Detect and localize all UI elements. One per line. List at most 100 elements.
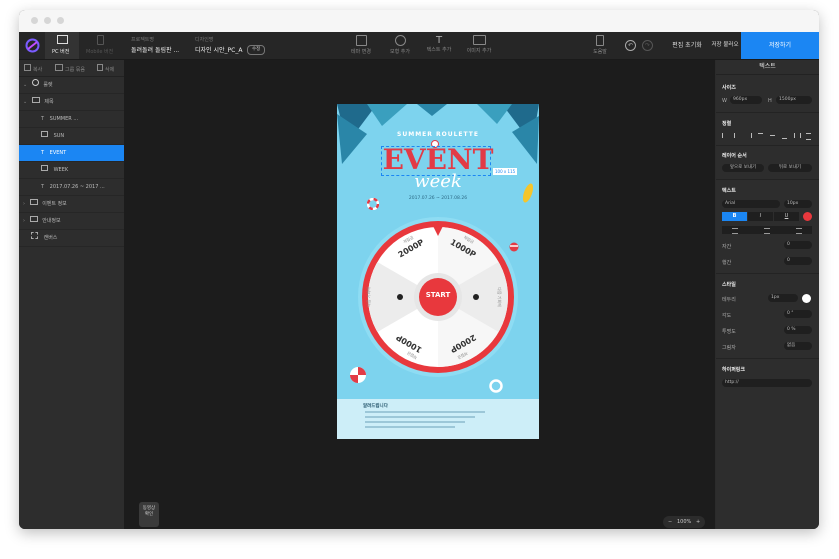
opacity-input[interactable]: 0 % bbox=[784, 326, 812, 334]
reset-edit-button[interactable]: 편집 초기화 bbox=[665, 32, 709, 59]
text-align-left-icon[interactable] bbox=[732, 228, 738, 234]
copy-layer-button[interactable]: 복사 bbox=[24, 64, 42, 73]
layer-roulette[interactable]: ⌄ 룰렛 bbox=[19, 77, 124, 94]
font-size-select[interactable]: 10px bbox=[784, 200, 812, 208]
align-bottom-icon[interactable] bbox=[782, 133, 787, 139]
design-name[interactable]: 디자인 시안_PC_A bbox=[195, 45, 242, 54]
chevron-right-icon: › bbox=[23, 218, 25, 224]
window-minimize-dot[interactable] bbox=[44, 17, 51, 24]
divider bbox=[716, 179, 819, 180]
layer-label: 이벤트 정보 bbox=[42, 201, 67, 207]
side-caption: 다음 기회에 bbox=[365, 287, 371, 307]
layer-date-text[interactable]: T 2017.07.26 ~ 2017 ... bbox=[19, 179, 124, 196]
window-close-dot[interactable] bbox=[31, 17, 38, 24]
pc-version-label: PC 버전 bbox=[52, 49, 70, 55]
border-width-select[interactable]: 1px bbox=[768, 294, 798, 302]
poster-script[interactable]: week bbox=[337, 172, 539, 192]
layer-actions: 복사 그룹 묶음 삭제 bbox=[19, 60, 124, 77]
group-label: 그룹 묶음 bbox=[65, 67, 85, 73]
theme-change-button[interactable]: 테마 변경 bbox=[347, 35, 375, 55]
line-height-input[interactable]: 0 bbox=[784, 257, 812, 265]
window-maximize-dot[interactable] bbox=[57, 17, 64, 24]
add-image-button[interactable]: 이미지 추가 bbox=[463, 35, 495, 54]
notice-box[interactable]: 알려드립니다 bbox=[337, 399, 539, 439]
width-input[interactable]: 960px bbox=[730, 96, 762, 104]
align-center-icon[interactable] bbox=[734, 133, 740, 138]
theme-change-label: 테마 변경 bbox=[351, 49, 371, 55]
redo-icon[interactable]: ↷ bbox=[642, 40, 653, 51]
canvas-icon bbox=[31, 232, 38, 239]
mobile-version-label: Mobile 버전 bbox=[86, 49, 114, 55]
zoom-in-button[interactable]: + bbox=[696, 516, 700, 528]
bring-front-button[interactable]: 앞으로 보내기 bbox=[722, 164, 764, 172]
undo-icon[interactable]: ↶ bbox=[625, 40, 636, 51]
layer-label: WEEK bbox=[53, 167, 69, 173]
distribute-vertical-icon[interactable] bbox=[806, 133, 811, 140]
video-preview-button[interactable]: 동영상 확인 bbox=[139, 502, 159, 527]
delete-label: 삭제 bbox=[105, 67, 115, 73]
notice-title: 알려드립니다 bbox=[363, 404, 388, 409]
border-color-swatch[interactable] bbox=[802, 294, 811, 303]
layer-week-image[interactable]: WEEK bbox=[19, 162, 124, 179]
poster-subtitle[interactable]: SUMMER ROULETTE bbox=[337, 131, 539, 138]
guide-button[interactable]: 도움말 bbox=[589, 35, 611, 55]
height-input[interactable]: 1500px bbox=[776, 96, 812, 104]
text-align-right-icon[interactable] bbox=[796, 228, 802, 234]
load-saved-button[interactable]: 저장 불러오기 bbox=[709, 32, 741, 75]
underline-button[interactable]: U bbox=[774, 212, 799, 221]
shadow-select[interactable]: 없음 bbox=[784, 342, 812, 350]
save-button[interactable]: 저장하기 bbox=[741, 32, 819, 59]
roulette-poster[interactable]: SUMMER ROULETTE EVENT week 100 x 115 201… bbox=[337, 104, 539, 439]
border-label: 테두리 bbox=[722, 297, 736, 303]
align-right-icon[interactable] bbox=[746, 133, 752, 138]
folder-icon bbox=[29, 216, 38, 222]
float-ring-icon bbox=[367, 198, 379, 210]
text-t-icon: T bbox=[41, 116, 45, 122]
zoom-control: − 100% + bbox=[663, 516, 705, 528]
chevron-down-icon: ⌄ bbox=[23, 82, 28, 88]
layers-panel: 복사 그룹 묶음 삭제 ⌄ 룰렛 ⌄ 제목 T SUMMER ... SUN T… bbox=[19, 60, 125, 529]
angle-input[interactable]: 0 ° bbox=[784, 310, 812, 318]
italic-button[interactable]: I bbox=[748, 212, 773, 221]
bold-button[interactable]: B bbox=[722, 212, 747, 221]
beach-ball-icon bbox=[509, 242, 519, 252]
add-text-button[interactable]: T 텍스트 추가 bbox=[423, 35, 455, 53]
font-select[interactable]: Arial bbox=[722, 200, 780, 208]
chevron-down-icon: ⌄ bbox=[23, 99, 28, 105]
zoom-out-button[interactable]: − bbox=[668, 516, 672, 528]
send-back-button[interactable]: 뒤로 보내기 bbox=[768, 164, 812, 172]
group-layer-button[interactable]: 그룹 묶음 bbox=[55, 64, 85, 73]
layer-event-info-folder[interactable]: › 이벤트 정보 bbox=[19, 196, 124, 213]
delete-layer-button[interactable]: 삭제 bbox=[97, 64, 114, 73]
notice-line bbox=[365, 411, 485, 413]
letter-spacing-input[interactable]: 0 bbox=[784, 241, 812, 249]
image-icon bbox=[41, 165, 48, 171]
text-heading: 텍스트 bbox=[722, 188, 736, 194]
layer-event-text[interactable]: T EVENT bbox=[19, 145, 124, 162]
hyperlink-input[interactable]: http:// bbox=[722, 379, 812, 387]
letter-spacing-label: 자간 bbox=[722, 244, 732, 250]
copy-label: 복사 bbox=[33, 67, 43, 73]
align-middle-icon[interactable] bbox=[770, 135, 775, 136]
layer-canvas[interactable]: 캔버스 bbox=[19, 230, 124, 247]
project-name[interactable]: 돌려돌려 돌림판 ... bbox=[131, 45, 179, 54]
start-button[interactable]: START bbox=[417, 291, 459, 299]
design-canvas[interactable]: SUMMER ROULETTE EVENT week 100 x 115 201… bbox=[125, 60, 715, 529]
surfboard-icon bbox=[523, 183, 533, 203]
layer-sun-image[interactable]: SUN bbox=[19, 128, 124, 145]
text-align-center-icon[interactable] bbox=[764, 228, 770, 234]
layer-summer-text[interactable]: T SUMMER ... bbox=[19, 111, 124, 128]
layer-guide-folder[interactable]: › 안내정보 bbox=[19, 213, 124, 230]
mobile-version-tab[interactable]: Mobile 버전 bbox=[81, 32, 119, 59]
text-color-swatch[interactable] bbox=[803, 212, 812, 221]
style-heading: 스타일 bbox=[722, 282, 736, 288]
align-left-icon[interactable] bbox=[722, 133, 728, 138]
layer-title-folder[interactable]: ⌄ 제목 bbox=[19, 94, 124, 111]
chevron-right-icon: › bbox=[23, 201, 25, 207]
pc-version-tab[interactable]: PC 버전 bbox=[45, 32, 79, 59]
distribute-horizontal-icon[interactable] bbox=[794, 133, 801, 138]
group-icon bbox=[55, 64, 63, 71]
add-shape-button[interactable]: 모형 추가 bbox=[386, 35, 414, 55]
edit-design-button[interactable]: 수정 bbox=[247, 45, 266, 55]
align-top-icon[interactable] bbox=[758, 133, 763, 139]
